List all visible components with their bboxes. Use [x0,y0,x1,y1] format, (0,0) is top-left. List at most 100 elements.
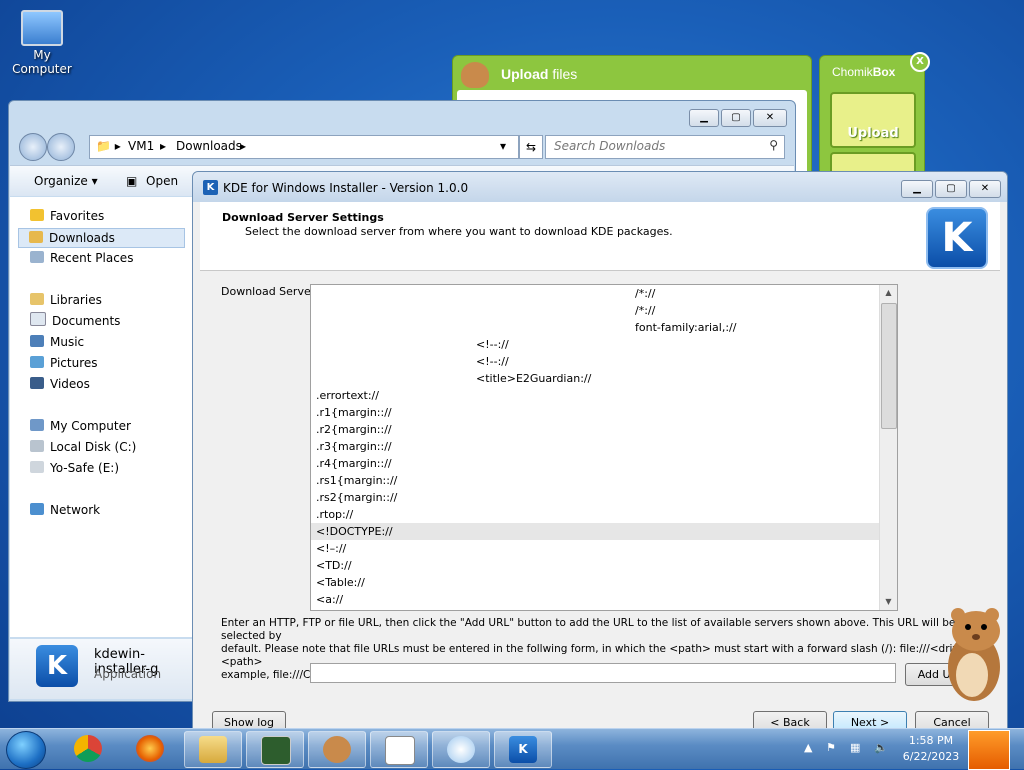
page-title: Download Server Settings [222,211,384,224]
scroll-thumb[interactable] [881,303,897,429]
vertical-scrollbar[interactable]: ▲ ▼ [879,285,897,610]
organize-button[interactable]: Organize ▾ [34,174,98,188]
list-item[interactable]: <TD:// [311,557,879,574]
clock-time: 1:58 PM [908,734,954,747]
list-item[interactable]: .r4{margin::// [311,455,879,472]
my-computer-desktop-icon[interactable]: My Computer [2,8,82,76]
search-icon: ⚲ [769,138,778,152]
firefox-taskbar-button[interactable] [122,731,178,766]
taskmgr-taskbar-button[interactable] [246,731,304,768]
list-item[interactable]: /*:// [311,285,879,302]
list-item[interactable]: .r3{margin::// [311,438,879,455]
scroll-down-icon[interactable]: ▼ [880,594,897,610]
list-item[interactable]: <title>E2Guardian:// [311,370,879,387]
list-item[interactable]: .rs1{margin::// [311,472,879,489]
chomikbox-taskbar-button[interactable] [308,731,366,768]
forward-button[interactable] [47,133,75,161]
chevron-down-icon[interactable]: ▾ [500,139,506,153]
chrome-taskbar-button[interactable] [60,731,116,766]
open-button[interactable]: Open [146,174,178,188]
address-bar[interactable]: 📁 ▸ VM1 ▸ Downloads ▸ ▾ [89,135,519,159]
url-input[interactable] [310,663,896,683]
hamster-icon [323,736,351,763]
list-item[interactable]: .errortext:// [311,387,879,404]
kde-installer-taskbar-button[interactable]: K [494,731,552,768]
start-button[interactable] [6,731,46,769]
taskbar: K ▲ ⚑ ▦ 🔈 1:58 PM 6/22/2023 [0,728,1024,770]
list-item[interactable]: <a:// [311,591,879,608]
list-item[interactable]: .rs2{margin::// [311,489,879,506]
list-item[interactable]: <!–:// [311,540,879,557]
nav-favorites[interactable]: Favorites [30,207,104,225]
firefox-icon [136,735,164,762]
nav-my-computer[interactable]: My Computer [30,417,131,435]
nav-local-disk[interactable]: Local Disk (C:) [30,438,136,456]
action-center-icon[interactable]: ⚑ [826,741,840,755]
breadcrumb-vm1[interactable]: VM1 [128,139,154,153]
chomikbox-close-button[interactable]: X [910,52,930,72]
dialog-titlebar: K KDE for Windows Installer - Version 1.… [193,172,1007,202]
close-button[interactable]: ✕ [753,109,787,127]
nav-libraries[interactable]: Libraries [30,291,102,309]
downloads-folder-icon [29,231,43,243]
nav-downloads[interactable]: Downloads [18,228,185,248]
nav-documents[interactable]: Documents [30,312,120,330]
chomikbox-widget: ChomikBox X Upload [819,52,930,178]
volume-icon[interactable]: 🔈 [874,741,888,755]
list-item[interactable]: <Table:// [311,574,879,591]
kde-app-icon: K [36,645,78,687]
minimize-button[interactable]: ▁ [689,109,719,127]
folder-icon: 📁 ▸ [96,139,121,153]
network-tray-icon[interactable]: ▦ [850,741,864,755]
kde-logo-icon: K [926,207,988,269]
maximize-button[interactable]: ▢ [721,109,751,127]
clock[interactable]: 1:58 PM 6/22/2023 [896,733,966,765]
list-item[interactable]: font-family:arial,:// [311,319,879,336]
solitaire-taskbar-button[interactable] [370,731,428,768]
chomikbox-upload-button[interactable]: Upload [830,92,916,148]
list-item[interactable]: <!--:// [311,353,879,370]
network-icon [30,503,44,515]
kde-icon: K [509,736,537,763]
breadcrumb-downloads[interactable]: Downloads [176,139,242,153]
scroll-up-icon[interactable]: ▲ [880,285,897,301]
list-item[interactable]: <!--:// [311,336,879,353]
hamster-mascot-icon [948,608,1000,701]
nav-network[interactable]: Network [30,501,100,519]
list-item[interactable]: .r1{margin::// [311,404,879,421]
details-pane: K kdewin-installer-g Application [10,639,193,699]
show-desktop-button[interactable] [968,730,1010,770]
nav-yosafe[interactable]: Yo-Safe (E:) [30,459,119,477]
folder-icon [199,736,227,763]
nav-pictures[interactable]: Pictures [30,354,98,372]
upload-widget-title: Upload files [501,66,578,82]
nav-music[interactable]: Music [30,333,84,351]
explorer-taskbar-button[interactable] [184,731,242,768]
list-item[interactable]: /*:// [311,302,879,319]
back-button[interactable] [19,133,47,161]
chrome-icon [74,735,102,762]
media-taskbar-button[interactable] [432,731,490,768]
list-item-selected[interactable]: <!DOCTYPE:// [311,523,879,540]
maximize-button[interactable]: ▢ [935,180,967,198]
nav-videos[interactable]: Videos [30,375,90,393]
close-button[interactable]: ✕ [969,180,1001,198]
star-icon [30,209,44,221]
cards-icon [385,736,415,765]
server-list[interactable]: /*:// /*:// font-family:arial,:// <!--:/… [310,284,898,611]
tray-expand-icon[interactable]: ▲ [804,741,818,755]
removable-drive-icon [30,461,44,473]
download-server-label: Download Server [221,285,316,298]
search-placeholder: Search Downloads [554,139,666,153]
minimize-button[interactable]: ▁ [901,180,933,198]
documents-icon [30,312,46,326]
list-item[interactable]: .rtop:// [311,506,879,523]
search-input[interactable]: Search Downloads ⚲ [545,135,785,159]
refresh-icon[interactable]: ⇆ [519,135,543,159]
list-item[interactable]: .r2{margin::// [311,421,879,438]
videos-icon [30,377,44,389]
wizard-header: Download Server Settings Select the down… [200,202,1000,271]
kde-installer-dialog: K KDE for Windows Installer - Version 1.… [192,171,1008,734]
open-icon: ▣ [126,174,138,188]
nav-recent-places[interactable]: Recent Places [30,249,133,267]
